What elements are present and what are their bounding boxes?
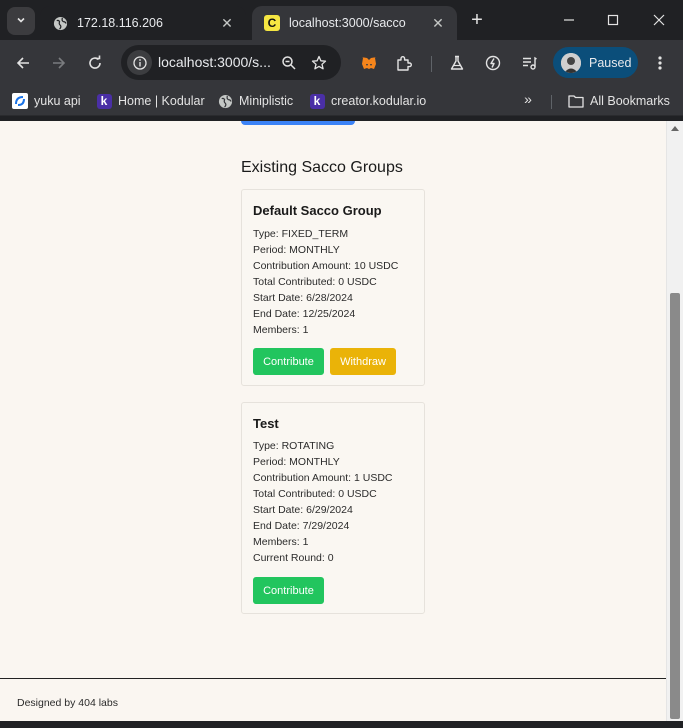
- tab-search-button[interactable]: [7, 7, 35, 35]
- bookmarks-divider: [551, 95, 552, 109]
- tab-title: 172.18.116.206: [77, 16, 163, 30]
- media-controls-icon[interactable]: [516, 50, 542, 76]
- reload-icon: [89, 55, 101, 69]
- kodular-icon: k: [309, 93, 325, 109]
- reload-button[interactable]: [82, 50, 108, 76]
- chevron-double-right-icon[interactable]: »: [519, 91, 537, 107]
- bookmark-star-icon[interactable]: [307, 51, 331, 75]
- close-icon[interactable]: ✕: [429, 14, 447, 32]
- labs-flask-icon[interactable]: [444, 50, 470, 76]
- chevron-down-icon: [16, 12, 26, 30]
- withdraw-button[interactable]: Withdraw: [330, 348, 396, 375]
- page-scrollbar[interactable]: [666, 121, 683, 721]
- group-total-contributed: Total Contributed: 0 USDC: [253, 276, 377, 288]
- browser-toolbar: localhost:3000/s... Paused: [0, 40, 683, 86]
- group-start-date: Start Date: 6/28/2024: [253, 292, 353, 304]
- group-contribution-amount: Contribution Amount: 10 USDC: [253, 260, 399, 272]
- bookmark-home-kodular[interactable]: k Home | Kodular: [96, 91, 205, 111]
- back-button[interactable]: [10, 50, 36, 76]
- all-bookmarks-folder[interactable]: All Bookmarks: [568, 91, 670, 111]
- folder-icon: [568, 93, 584, 109]
- group-period: Period: MONTHLY: [253, 244, 340, 256]
- minimize-button[interactable]: [556, 8, 582, 32]
- arrow-left-icon: [16, 57, 29, 69]
- avatar: [561, 52, 581, 73]
- group-start-date: Start Date: 6/29/2024: [253, 504, 353, 516]
- arrow-right-icon: [53, 57, 66, 69]
- bookmarks-bar: yuku api k Home | Kodular Miniplistic k …: [0, 86, 683, 116]
- window-bottom-edge: [0, 721, 683, 728]
- metamask-icon[interactable]: [356, 50, 382, 76]
- section-title: Existing Sacco Groups: [241, 159, 403, 176]
- url-text[interactable]: localhost:3000/s...: [158, 54, 274, 70]
- group-contribution-amount: Contribution Amount: 1 USDC: [253, 472, 393, 484]
- close-icon[interactable]: ✕: [218, 14, 236, 32]
- extensions-icon[interactable]: [391, 50, 417, 76]
- group-end-date: End Date: 7/29/2024: [253, 520, 350, 532]
- scroll-up-arrow-icon[interactable]: [671, 126, 679, 131]
- partial-primary-button[interactable]: [241, 121, 355, 125]
- group-type: Type: FIXED_TERM: [253, 228, 349, 240]
- contribute-button[interactable]: Contribute: [253, 348, 324, 375]
- scrollbar-thumb[interactable]: [670, 293, 680, 719]
- globe-icon: [52, 15, 68, 31]
- c-favicon-icon: C: [264, 15, 280, 31]
- group-members: Members: 1: [253, 324, 309, 336]
- footer-divider: [0, 678, 666, 679]
- footer-credit: Designed by 404 labs: [17, 697, 118, 709]
- site-info-icon[interactable]: [127, 50, 152, 75]
- group-name: Test: [253, 416, 279, 431]
- tab-title: localhost:3000/sacco: [289, 16, 406, 30]
- menu-kebab-icon[interactable]: [647, 50, 673, 76]
- kodular-icon: k: [96, 93, 112, 109]
- yuku-icon: [12, 93, 28, 109]
- bookmark-yuku-api[interactable]: yuku api: [12, 91, 81, 111]
- group-members: Members: 1: [253, 536, 309, 548]
- performance-icon[interactable]: [480, 50, 506, 76]
- forward-button[interactable]: [46, 50, 72, 76]
- globe-icon: [217, 93, 233, 109]
- profile-status: Paused: [589, 55, 632, 70]
- page-content: Existing Sacco Groups Default Sacco Grou…: [0, 121, 666, 721]
- group-type: Type: ROTATING: [253, 440, 335, 452]
- tab-ip[interactable]: 172.18.116.206 ✕: [40, 6, 246, 40]
- maximize-button[interactable]: [600, 8, 626, 32]
- sacco-group-card: Test Type: ROTATING Period: MONTHLY Cont…: [241, 402, 425, 614]
- toolbar-divider: [431, 56, 432, 72]
- tab-strip: 172.18.116.206 ✕ C localhost:3000/sacco …: [0, 0, 683, 40]
- new-tab-button[interactable]: +: [466, 10, 488, 32]
- zoom-icon[interactable]: [277, 51, 301, 75]
- group-period: Period: MONTHLY: [253, 456, 340, 468]
- group-end-date: End Date: 12/25/2024: [253, 308, 356, 320]
- profile-button[interactable]: Paused: [553, 47, 638, 78]
- group-name: Default Sacco Group: [253, 203, 382, 218]
- tab-sacco[interactable]: C localhost:3000/sacco ✕: [252, 6, 457, 40]
- bookmark-creator-kodular[interactable]: k creator.kodular.io: [309, 91, 426, 111]
- contribute-button[interactable]: Contribute: [253, 577, 324, 604]
- close-window-button[interactable]: [646, 8, 672, 32]
- address-bar[interactable]: localhost:3000/s...: [121, 45, 341, 80]
- group-total-contributed: Total Contributed: 0 USDC: [253, 488, 377, 500]
- bookmark-miniplistic[interactable]: Miniplistic: [217, 91, 293, 111]
- group-current-round: Current Round: 0: [253, 552, 334, 564]
- sacco-group-card: Default Sacco Group Type: FIXED_TERM Per…: [241, 189, 425, 386]
